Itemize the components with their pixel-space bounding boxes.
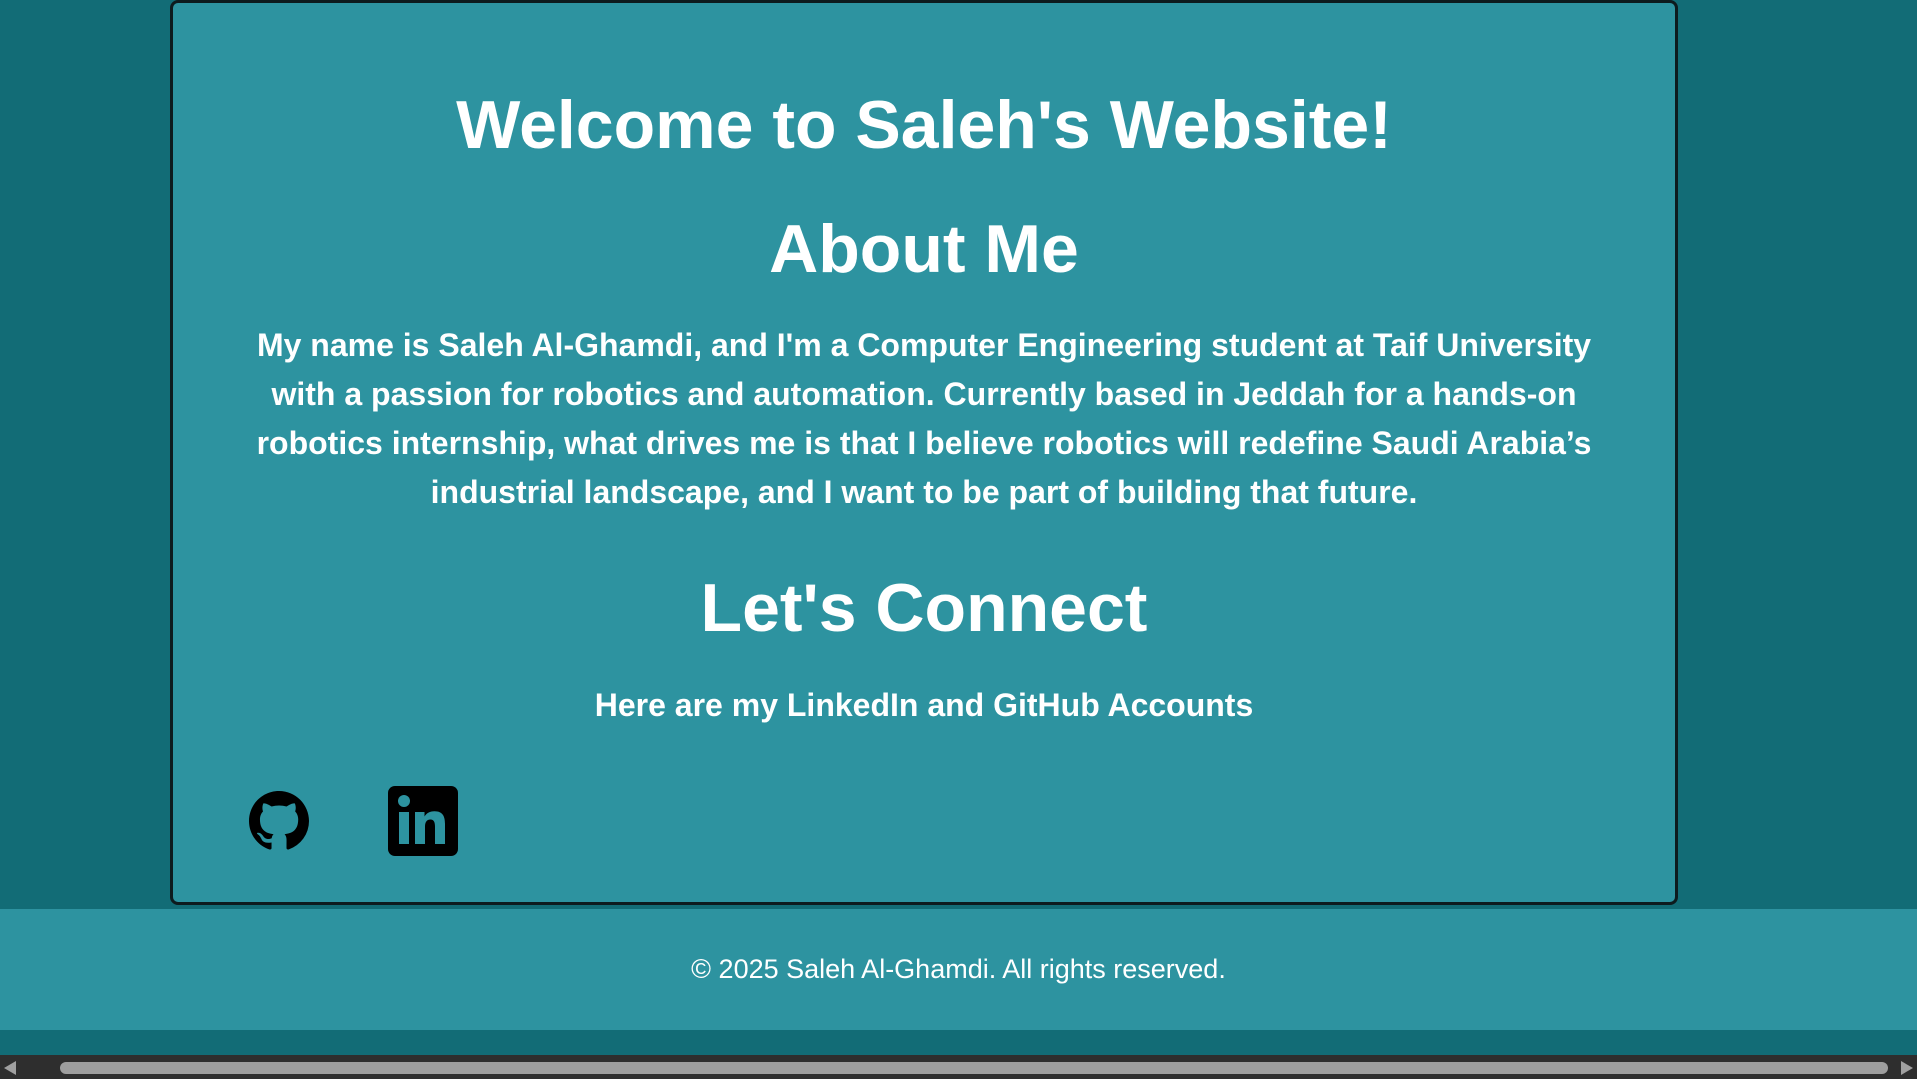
about-heading: About Me bbox=[769, 211, 1079, 287]
scroll-left-arrow-icon[interactable] bbox=[4, 1061, 16, 1075]
footer-copyright: © 2025 Saleh Al-Ghamdi. All rights reser… bbox=[691, 954, 1226, 984]
scroll-right-arrow-icon[interactable] bbox=[1901, 1061, 1913, 1075]
linkedin-icon bbox=[388, 786, 458, 856]
about-paragraph: My name is Saleh Al-Ghamdi, and I'm a Co… bbox=[256, 327, 1592, 510]
horizontal-scrollbar[interactable] bbox=[0, 1055, 1917, 1079]
github-icon bbox=[249, 791, 309, 850]
content-card: Welcome to Saleh's Website! About Me My … bbox=[170, 0, 1678, 905]
connect-heading: Let's Connect bbox=[700, 570, 1148, 646]
connect-subtitle: Here are my LinkedIn and GitHub Accounts bbox=[594, 687, 1254, 723]
page-title: Welcome to Saleh's Website! bbox=[456, 87, 1392, 163]
linkedin-link[interactable] bbox=[388, 786, 458, 856]
footer: © 2025 Saleh Al-Ghamdi. All rights reser… bbox=[0, 909, 1917, 1030]
page: Welcome to Saleh's Website! About Me My … bbox=[0, 0, 1917, 1079]
scrollbar-thumb[interactable] bbox=[60, 1062, 1888, 1074]
github-link[interactable] bbox=[249, 791, 309, 851]
